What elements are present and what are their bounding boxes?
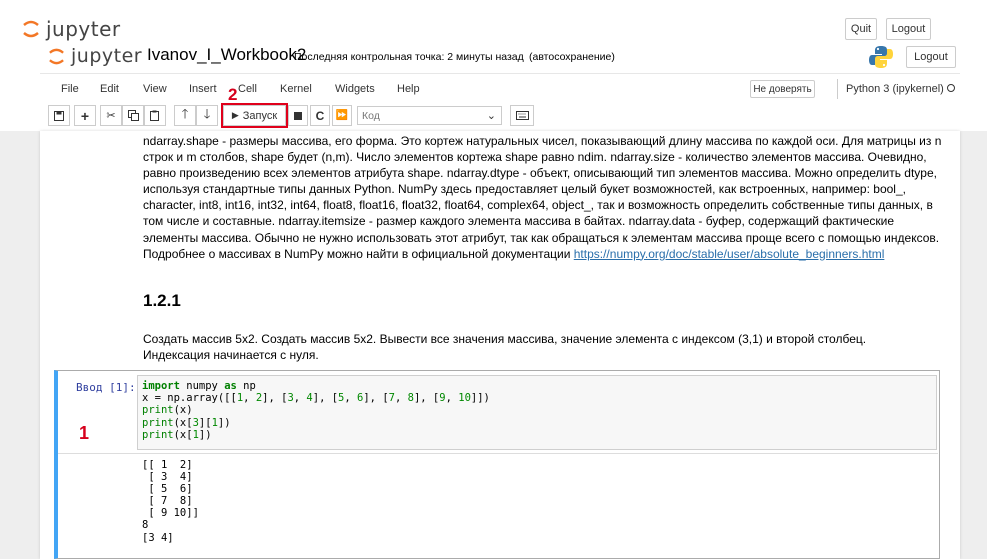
- outer-logo-text: jupyter: [46, 17, 121, 41]
- checkpoint-status: Последняя контрольная точка: 2 минуты на…: [294, 51, 524, 63]
- menu-help[interactable]: Help: [397, 83, 420, 95]
- menu-cell[interactable]: Cell: [238, 83, 257, 95]
- menu-insert[interactable]: Insert: [189, 83, 217, 95]
- fast-forward-icon: ⏩: [335, 110, 349, 121]
- menu-file[interactable]: File: [61, 83, 79, 95]
- kernel-idle-icon: [947, 84, 955, 92]
- chevron-down-icon: ⌄: [486, 110, 496, 122]
- paste-button[interactable]: [144, 105, 166, 126]
- scissors-icon: ✂: [106, 110, 116, 122]
- outer-logout-button[interactable]: Logout: [886, 18, 931, 40]
- menu-widgets[interactable]: Widgets: [335, 83, 375, 95]
- plus-icon: +: [80, 107, 90, 124]
- arrow-down-icon: 🡓: [203, 105, 211, 121]
- jupyter-logo-icon: [49, 48, 64, 64]
- code-line: print(x[3][1]): [142, 416, 231, 429]
- play-icon: ▶: [231, 110, 239, 120]
- command-palette-button[interactable]: [510, 105, 534, 126]
- stop-icon: [294, 111, 302, 120]
- annotation-one: 1: [79, 423, 90, 443]
- save-button[interactable]: [48, 105, 70, 126]
- python-logo-icon: [869, 46, 893, 68]
- code-line: print(x[1]): [142, 428, 212, 441]
- cell-type-value: Код: [362, 109, 380, 122]
- copy-icon: [127, 110, 139, 121]
- task-description: Создать массив 5х2. Создать массив 5х2. …: [143, 332, 867, 362]
- header-divider: [40, 73, 960, 74]
- cut-button[interactable]: ✂: [100, 105, 122, 126]
- keyboard-icon: [515, 111, 529, 120]
- move-up-button[interactable]: 🡑: [174, 105, 196, 126]
- code-line: x = np.array([[1, 2], [3, 4], [5, 6], [7…: [142, 392, 490, 405]
- inner-jupyter-logo[interactable]: jupyter: [48, 43, 142, 69]
- restart-button[interactable]: C: [310, 105, 330, 126]
- code-line: import numpy as np: [142, 380, 256, 392]
- code-editor[interactable]: import numpy as np x = np.array([[1, 2], …: [142, 380, 490, 441]
- run-label: Запуск: [242, 109, 278, 122]
- autosave-status: (автосохранение): [529, 51, 615, 63]
- menu-edit[interactable]: Edit: [100, 83, 119, 95]
- input-prompt: Ввод [1]:: [76, 381, 136, 394]
- move-down-button[interactable]: 🡓: [196, 105, 218, 126]
- restart-run-all-button[interactable]: ⏩: [332, 105, 352, 126]
- annotation-two: 2: [228, 85, 238, 104]
- menu-view[interactable]: View: [143, 83, 167, 95]
- notebook-title[interactable]: Ivanov_I_Workbook2: [147, 45, 306, 65]
- copy-button[interactable]: [122, 105, 144, 126]
- insert-cell-button[interactable]: +: [74, 105, 96, 126]
- arrow-up-icon: 🡑: [181, 105, 189, 121]
- cell-type-select[interactable]: Код ⌄: [357, 106, 502, 125]
- kernel-name[interactable]: Python 3 (ipykernel): [846, 83, 944, 95]
- save-icon: [54, 110, 64, 121]
- outer-jupyter-logo[interactable]: jupyter: [22, 14, 121, 44]
- markdown-text: ndarray.shape - размеры массива, его фор…: [143, 134, 942, 261]
- numpy-docs-link[interactable]: https://numpy.org/doc/stable/user/absolu…: [574, 247, 885, 261]
- trust-button[interactable]: Не доверять: [750, 80, 815, 98]
- inner-logo-text: jupyter: [71, 45, 143, 67]
- quit-button[interactable]: Quit: [845, 18, 877, 40]
- paste-icon: [150, 110, 159, 121]
- kernel-divider: [837, 79, 838, 99]
- markdown-paragraph: ndarray.shape - размеры массива, его фор…: [143, 133, 943, 262]
- inner-logout-button[interactable]: Logout: [906, 46, 956, 68]
- jupyter-logo-icon: [23, 20, 39, 38]
- cell-output: [[ 1 2] [ 3 4] [ 5 6] [ 7 8] [ 9 10]] 8 …: [142, 459, 199, 544]
- restart-icon: C: [315, 108, 325, 123]
- output-divider: [58, 453, 938, 454]
- section-heading: 1.2.1: [143, 291, 181, 310]
- code-line: print(x): [142, 404, 193, 417]
- interrupt-button[interactable]: [288, 105, 308, 126]
- run-button[interactable]: ▶ Запуск: [221, 103, 288, 128]
- menu-kernel[interactable]: Kernel: [280, 83, 312, 95]
